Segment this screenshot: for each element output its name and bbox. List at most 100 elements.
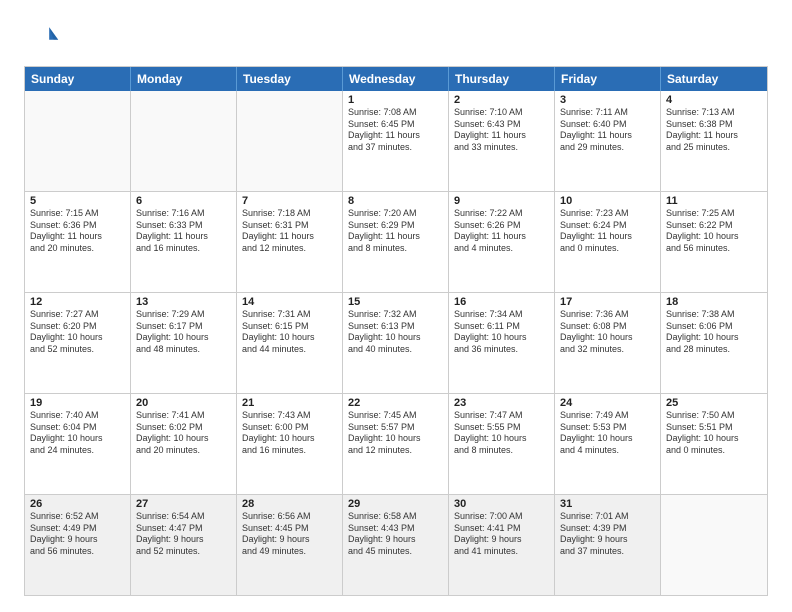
cell-info: Sunrise: 7:32 AMSunset: 6:13 PMDaylight:… — [348, 309, 443, 356]
cell-info: Sunrise: 6:52 AMSunset: 4:49 PMDaylight:… — [30, 511, 125, 558]
calendar-cell: 23Sunrise: 7:47 AMSunset: 5:55 PMDayligh… — [449, 394, 555, 494]
day-number: 2 — [454, 94, 549, 106]
calendar-cell: 26Sunrise: 6:52 AMSunset: 4:49 PMDayligh… — [25, 495, 131, 595]
day-number: 4 — [666, 94, 762, 106]
logo-icon — [24, 20, 60, 56]
day-number: 21 — [242, 397, 337, 409]
day-of-week-header: Monday — [131, 67, 237, 91]
calendar-week-row: 1Sunrise: 7:08 AMSunset: 6:45 PMDaylight… — [25, 91, 767, 191]
calendar-week-row: 12Sunrise: 7:27 AMSunset: 6:20 PMDayligh… — [25, 292, 767, 393]
day-number: 7 — [242, 195, 337, 207]
day-number: 30 — [454, 498, 549, 510]
cell-info: Sunrise: 7:00 AMSunset: 4:41 PMDaylight:… — [454, 511, 549, 558]
calendar-cell — [661, 495, 767, 595]
cell-info: Sunrise: 7:10 AMSunset: 6:43 PMDaylight:… — [454, 107, 549, 154]
calendar-cell: 28Sunrise: 6:56 AMSunset: 4:45 PMDayligh… — [237, 495, 343, 595]
day-of-week-header: Friday — [555, 67, 661, 91]
day-of-week-header: Sunday — [25, 67, 131, 91]
day-number: 12 — [30, 296, 125, 308]
cell-info: Sunrise: 7:31 AMSunset: 6:15 PMDaylight:… — [242, 309, 337, 356]
calendar: SundayMondayTuesdayWednesdayThursdayFrid… — [24, 66, 768, 596]
cell-info: Sunrise: 6:58 AMSunset: 4:43 PMDaylight:… — [348, 511, 443, 558]
day-of-week-header: Wednesday — [343, 67, 449, 91]
calendar-cell: 29Sunrise: 6:58 AMSunset: 4:43 PMDayligh… — [343, 495, 449, 595]
calendar-cell: 27Sunrise: 6:54 AMSunset: 4:47 PMDayligh… — [131, 495, 237, 595]
day-number: 13 — [136, 296, 231, 308]
cell-info: Sunrise: 7:47 AMSunset: 5:55 PMDaylight:… — [454, 410, 549, 457]
cell-info: Sunrise: 6:56 AMSunset: 4:45 PMDaylight:… — [242, 511, 337, 558]
calendar-cell: 19Sunrise: 7:40 AMSunset: 6:04 PMDayligh… — [25, 394, 131, 494]
day-number: 23 — [454, 397, 549, 409]
header — [24, 20, 768, 56]
calendar-cell: 14Sunrise: 7:31 AMSunset: 6:15 PMDayligh… — [237, 293, 343, 393]
day-number: 8 — [348, 195, 443, 207]
calendar-cell: 24Sunrise: 7:49 AMSunset: 5:53 PMDayligh… — [555, 394, 661, 494]
calendar-cell: 7Sunrise: 7:18 AMSunset: 6:31 PMDaylight… — [237, 192, 343, 292]
calendar-cell: 3Sunrise: 7:11 AMSunset: 6:40 PMDaylight… — [555, 91, 661, 191]
cell-info: Sunrise: 7:49 AMSunset: 5:53 PMDaylight:… — [560, 410, 655, 457]
cell-info: Sunrise: 7:40 AMSunset: 6:04 PMDaylight:… — [30, 410, 125, 457]
cell-info: Sunrise: 7:34 AMSunset: 6:11 PMDaylight:… — [454, 309, 549, 356]
day-of-week-header: Thursday — [449, 67, 555, 91]
calendar-week-row: 5Sunrise: 7:15 AMSunset: 6:36 PMDaylight… — [25, 191, 767, 292]
calendar-cell: 30Sunrise: 7:00 AMSunset: 4:41 PMDayligh… — [449, 495, 555, 595]
calendar-cell: 4Sunrise: 7:13 AMSunset: 6:38 PMDaylight… — [661, 91, 767, 191]
day-number: 16 — [454, 296, 549, 308]
day-number: 14 — [242, 296, 337, 308]
day-number: 28 — [242, 498, 337, 510]
calendar-cell: 8Sunrise: 7:20 AMSunset: 6:29 PMDaylight… — [343, 192, 449, 292]
cell-info: Sunrise: 7:11 AMSunset: 6:40 PMDaylight:… — [560, 107, 655, 154]
calendar-cell — [237, 91, 343, 191]
day-number: 5 — [30, 195, 125, 207]
calendar-cell: 12Sunrise: 7:27 AMSunset: 6:20 PMDayligh… — [25, 293, 131, 393]
calendar-cell — [131, 91, 237, 191]
day-number: 25 — [666, 397, 762, 409]
logo — [24, 20, 66, 56]
cell-info: Sunrise: 7:23 AMSunset: 6:24 PMDaylight:… — [560, 208, 655, 255]
cell-info: Sunrise: 7:15 AMSunset: 6:36 PMDaylight:… — [30, 208, 125, 255]
calendar-cell: 5Sunrise: 7:15 AMSunset: 6:36 PMDaylight… — [25, 192, 131, 292]
calendar-cell: 1Sunrise: 7:08 AMSunset: 6:45 PMDaylight… — [343, 91, 449, 191]
day-number: 1 — [348, 94, 443, 106]
calendar-body: 1Sunrise: 7:08 AMSunset: 6:45 PMDaylight… — [25, 91, 767, 595]
cell-info: Sunrise: 7:43 AMSunset: 6:00 PMDaylight:… — [242, 410, 337, 457]
calendar-cell: 25Sunrise: 7:50 AMSunset: 5:51 PMDayligh… — [661, 394, 767, 494]
day-of-week-header: Tuesday — [237, 67, 343, 91]
day-of-week-header: Saturday — [661, 67, 767, 91]
calendar-cell: 18Sunrise: 7:38 AMSunset: 6:06 PMDayligh… — [661, 293, 767, 393]
calendar-cell — [25, 91, 131, 191]
cell-info: Sunrise: 7:20 AMSunset: 6:29 PMDaylight:… — [348, 208, 443, 255]
day-number: 24 — [560, 397, 655, 409]
calendar-cell: 16Sunrise: 7:34 AMSunset: 6:11 PMDayligh… — [449, 293, 555, 393]
cell-info: Sunrise: 7:22 AMSunset: 6:26 PMDaylight:… — [454, 208, 549, 255]
cell-info: Sunrise: 7:18 AMSunset: 6:31 PMDaylight:… — [242, 208, 337, 255]
day-number: 26 — [30, 498, 125, 510]
cell-info: Sunrise: 7:45 AMSunset: 5:57 PMDaylight:… — [348, 410, 443, 457]
calendar-cell: 17Sunrise: 7:36 AMSunset: 6:08 PMDayligh… — [555, 293, 661, 393]
calendar-week-row: 26Sunrise: 6:52 AMSunset: 4:49 PMDayligh… — [25, 494, 767, 595]
day-number: 31 — [560, 498, 655, 510]
cell-info: Sunrise: 7:08 AMSunset: 6:45 PMDaylight:… — [348, 107, 443, 154]
cell-info: Sunrise: 7:50 AMSunset: 5:51 PMDaylight:… — [666, 410, 762, 457]
page: SundayMondayTuesdayWednesdayThursdayFrid… — [0, 0, 792, 612]
calendar-cell: 21Sunrise: 7:43 AMSunset: 6:00 PMDayligh… — [237, 394, 343, 494]
calendar-cell: 13Sunrise: 7:29 AMSunset: 6:17 PMDayligh… — [131, 293, 237, 393]
day-number: 27 — [136, 498, 231, 510]
cell-info: Sunrise: 6:54 AMSunset: 4:47 PMDaylight:… — [136, 511, 231, 558]
calendar-cell: 31Sunrise: 7:01 AMSunset: 4:39 PMDayligh… — [555, 495, 661, 595]
day-number: 18 — [666, 296, 762, 308]
cell-info: Sunrise: 7:41 AMSunset: 6:02 PMDaylight:… — [136, 410, 231, 457]
cell-info: Sunrise: 7:36 AMSunset: 6:08 PMDaylight:… — [560, 309, 655, 356]
calendar-cell: 9Sunrise: 7:22 AMSunset: 6:26 PMDaylight… — [449, 192, 555, 292]
calendar-cell: 6Sunrise: 7:16 AMSunset: 6:33 PMDaylight… — [131, 192, 237, 292]
day-number: 15 — [348, 296, 443, 308]
day-number: 3 — [560, 94, 655, 106]
calendar-cell: 15Sunrise: 7:32 AMSunset: 6:13 PMDayligh… — [343, 293, 449, 393]
day-number: 20 — [136, 397, 231, 409]
day-number: 6 — [136, 195, 231, 207]
cell-info: Sunrise: 7:38 AMSunset: 6:06 PMDaylight:… — [666, 309, 762, 356]
cell-info: Sunrise: 7:29 AMSunset: 6:17 PMDaylight:… — [136, 309, 231, 356]
day-number: 11 — [666, 195, 762, 207]
day-number: 19 — [30, 397, 125, 409]
calendar-week-row: 19Sunrise: 7:40 AMSunset: 6:04 PMDayligh… — [25, 393, 767, 494]
